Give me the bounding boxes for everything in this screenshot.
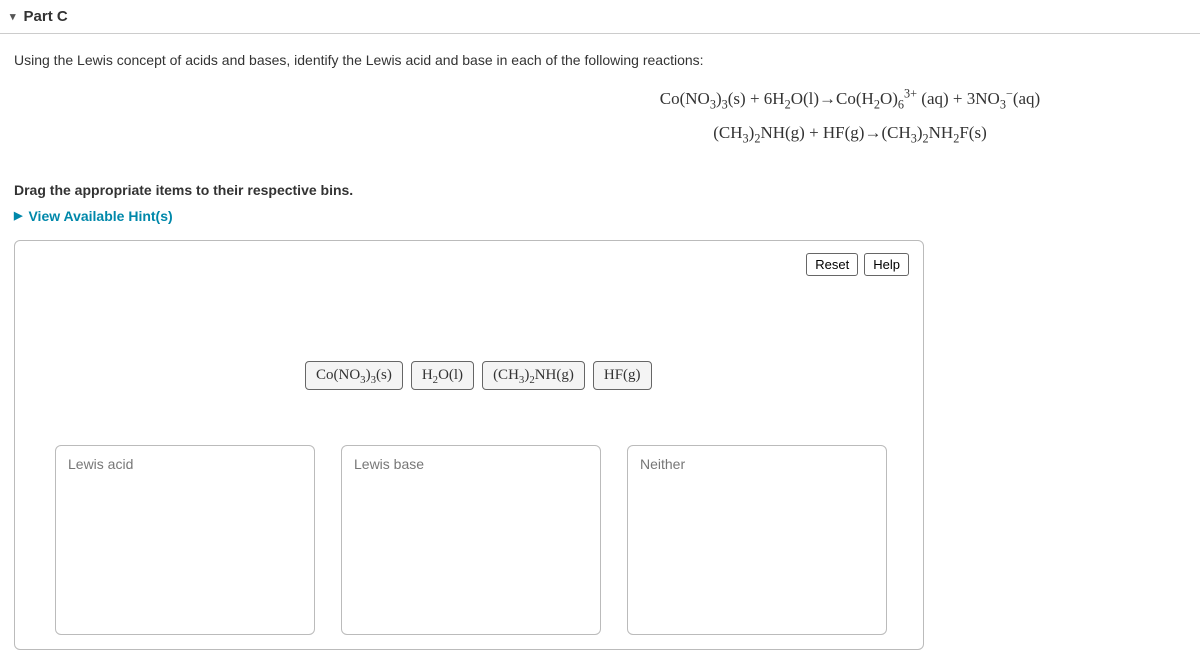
bin-label: Lewis base <box>354 456 588 472</box>
question-text: Using the Lewis concept of acids and bas… <box>14 52 1186 68</box>
bin-label: Lewis acid <box>68 456 302 472</box>
draggable-item[interactable]: HF(g) <box>593 361 652 390</box>
bins-row: Lewis acid Lewis base Neither <box>55 445 887 635</box>
triangle-right-icon: ▶ <box>14 209 22 222</box>
drag-instruction: Drag the appropriate items to their resp… <box>14 182 1200 198</box>
draggable-item[interactable]: H2O(l) <box>411 361 474 390</box>
draggable-row: Co(NO3)3(s) H2O(l) (CH3)2NH(g) HF(g) <box>305 361 652 390</box>
hints-label: View Available Hint(s) <box>28 208 172 224</box>
view-hints-link[interactable]: ▶ View Available Hint(s) <box>14 208 173 224</box>
draggable-item[interactable]: Co(NO3)3(s) <box>305 361 403 390</box>
part-header[interactable]: ▾ Part C <box>0 0 1200 34</box>
equation-2: (CH3)2NH(g) + HF(g)→(CH3)2NH2F(s) <box>514 116 1186 150</box>
question-area: Using the Lewis concept of acids and bas… <box>0 34 1200 160</box>
part-label: Part C <box>24 8 68 25</box>
equation-1: Co(NO3)3(s) + 6H2O(l)→Co(H2O)63+ (aq) + … <box>514 82 1186 116</box>
help-button[interactable]: Help <box>864 253 909 276</box>
bin-lewis-acid[interactable]: Lewis acid <box>55 445 315 635</box>
draggable-item[interactable]: (CH3)2NH(g) <box>482 361 585 390</box>
bin-lewis-base[interactable]: Lewis base <box>341 445 601 635</box>
reset-button[interactable]: Reset <box>806 253 858 276</box>
drag-workspace: Reset Help Co(NO3)3(s) H2O(l) (CH3)2NH(g… <box>14 240 924 650</box>
collapse-caret-icon: ▾ <box>10 10 16 23</box>
bin-neither[interactable]: Neither <box>627 445 887 635</box>
equations-block: Co(NO3)3(s) + 6H2O(l)→Co(H2O)63+ (aq) + … <box>14 82 1186 150</box>
bin-label: Neither <box>640 456 874 472</box>
workspace-toolbar: Reset Help <box>806 253 909 276</box>
